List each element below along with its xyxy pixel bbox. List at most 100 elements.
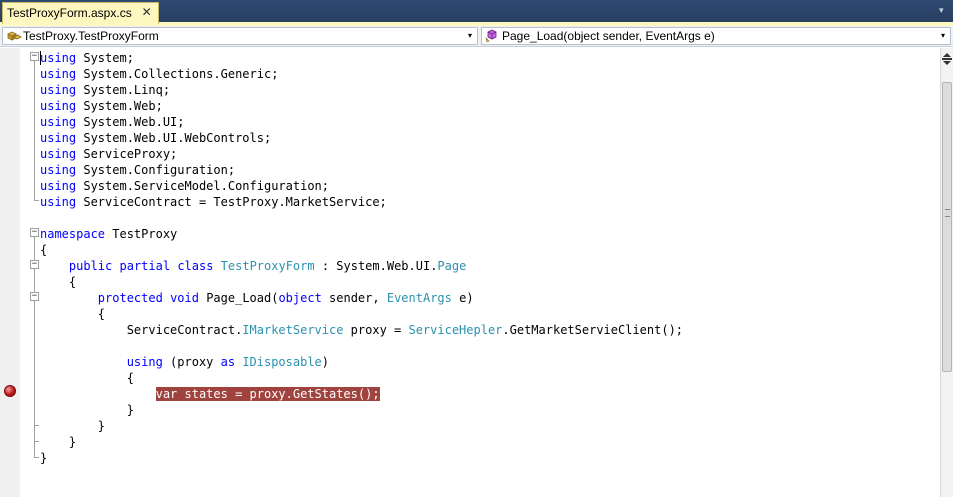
scrollbar-thumb[interactable]: [942, 82, 952, 372]
keyword-token: using: [40, 67, 77, 81]
code-token: }: [40, 451, 48, 465]
member-selector-dropdown[interactable]: Page_Load(object sender, EventArgs e) ▾: [481, 27, 951, 45]
collapse-icon[interactable]: −: [30, 52, 39, 61]
keyword-token: as: [220, 355, 236, 369]
chevron-down-icon[interactable]: ▾: [938, 28, 948, 44]
outline-line: [34, 61, 35, 200]
keyword-token: using: [40, 115, 77, 129]
code-token: ServiceContract = TestProxy.MarketServic…: [76, 195, 387, 209]
tab-list-dropdown-icon[interactable]: ▾: [939, 6, 949, 16]
code-token: }: [40, 435, 77, 449]
code-token: System.Web;: [76, 99, 163, 113]
code-line[interactable]: using ServiceProxy;: [40, 146, 177, 162]
type-token: EventArgs: [386, 291, 452, 305]
code-token: System.ServiceModel.Configuration;: [76, 179, 329, 193]
tab-testproxyform-aspx-cs[interactable]: TestProxyForm.aspx.cs ✕: [2, 2, 159, 24]
outline-line-end: [34, 457, 39, 458]
keyword-token: using: [40, 195, 77, 209]
keyword-token: using: [40, 83, 77, 97]
code-token: System.Linq;: [76, 83, 171, 97]
keyword-token: using: [40, 179, 77, 193]
code-line[interactable]: {: [40, 370, 134, 386]
keyword-token: using: [126, 355, 163, 369]
code-token: sender,: [321, 291, 387, 305]
code-line[interactable]: ServiceContract.IMarketService proxy = S…: [40, 322, 683, 338]
code-line[interactable]: }: [40, 450, 47, 466]
code-line[interactable]: using System.ServiceModel.Configuration;: [40, 178, 329, 194]
code-token: Page_Load(: [198, 291, 279, 305]
code-line[interactable]: var states = proxy.GetStates();: [40, 386, 380, 402]
code-token: System.Configuration;: [76, 163, 236, 177]
outline-line-end: [34, 425, 39, 426]
code-line[interactable]: using System;: [40, 50, 134, 66]
type-token: IDisposable: [242, 355, 322, 369]
class-icon: [6, 29, 22, 43]
code-token: {: [40, 275, 77, 289]
keyword-token: class: [177, 259, 214, 273]
breakpoint-highlight: var states = proxy.GetStates();: [155, 387, 380, 401]
keyword-token: protected: [97, 291, 163, 305]
keyword-token: void: [170, 291, 199, 305]
type-token: IMarketService: [242, 323, 344, 337]
code-token: System;: [76, 51, 134, 65]
code-line[interactable]: namespace TestProxy: [40, 226, 177, 242]
code-line[interactable]: }: [40, 418, 105, 434]
tab-title: TestProxyForm.aspx.cs: [7, 6, 132, 20]
code-line[interactable]: using System.Web;: [40, 98, 163, 114]
keyword-token: partial: [119, 259, 171, 273]
code-token: System.Web.UI;: [76, 115, 185, 129]
code-token: System.Web.UI.WebControls;: [76, 131, 272, 145]
code-line[interactable]: using System.Configuration;: [40, 162, 235, 178]
collapse-icon[interactable]: −: [30, 228, 39, 237]
collapse-icon[interactable]: −: [30, 292, 39, 301]
type-token: Page: [437, 259, 467, 273]
keyword-token: object: [278, 291, 322, 305]
code-line[interactable]: using System.Web.UI.WebControls;: [40, 130, 271, 146]
code-line[interactable]: using System.Linq;: [40, 82, 170, 98]
navigation-bar: TestProxy.TestProxyForm ▾ Page_Load(obje…: [0, 26, 953, 47]
code-token: }: [40, 403, 134, 417]
code-line[interactable]: protected void Page_Load(object sender, …: [40, 290, 474, 306]
text-caret: [40, 51, 41, 65]
member-selector-label: Page_Load(object sender, EventArgs e): [502, 29, 715, 43]
chevron-down-icon[interactable]: ▾: [465, 28, 475, 44]
code-line[interactable]: using ServiceContract = TestProxy.Market…: [40, 194, 387, 210]
keyword-token: using: [40, 131, 77, 145]
code-line[interactable]: {: [40, 274, 76, 290]
keyword-token: public: [68, 259, 113, 273]
code-line[interactable]: }: [40, 402, 134, 418]
keyword-token: using: [40, 147, 77, 161]
code-line[interactable]: using System.Collections.Generic;: [40, 66, 278, 82]
collapse-icon[interactable]: −: [30, 260, 39, 269]
code-line[interactable]: {: [40, 242, 47, 258]
code-line[interactable]: }: [40, 434, 76, 450]
splitter-handle-icon[interactable]: [942, 50, 952, 65]
code-token: ServiceProxy;: [76, 147, 178, 161]
outline-line: [34, 237, 35, 457]
code-token: e): [451, 291, 474, 305]
code-editor[interactable]: − − − − using System; using System.Collec…: [0, 48, 940, 497]
code-line[interactable]: {: [40, 306, 105, 322]
vertical-scrollbar[interactable]: [940, 48, 953, 497]
code-token: ): [321, 355, 330, 369]
code-token: proxy =: [343, 323, 409, 337]
code-token: {: [40, 243, 48, 257]
outline-line-end: [34, 200, 39, 201]
code-token: .GetMarketServieClient();: [502, 323, 684, 337]
code-token: }: [40, 419, 106, 433]
keyword-token: using: [40, 51, 77, 65]
code-line[interactable]: public partial class TestProxyForm : Sys…: [40, 258, 466, 274]
code-line[interactable]: using System.Web.UI;: [40, 114, 185, 130]
type-token: TestProxyForm: [220, 259, 315, 273]
code-token: : System.Web.UI.: [314, 259, 438, 273]
keyword-token: namespace: [40, 227, 106, 241]
code-line[interactable]: using (proxy as IDisposable): [40, 354, 329, 370]
close-icon[interactable]: ✕: [140, 5, 154, 19]
type-selector-dropdown[interactable]: TestProxy.TestProxyForm ▾: [2, 27, 478, 45]
outlining-margin: − − − −: [0, 48, 40, 497]
